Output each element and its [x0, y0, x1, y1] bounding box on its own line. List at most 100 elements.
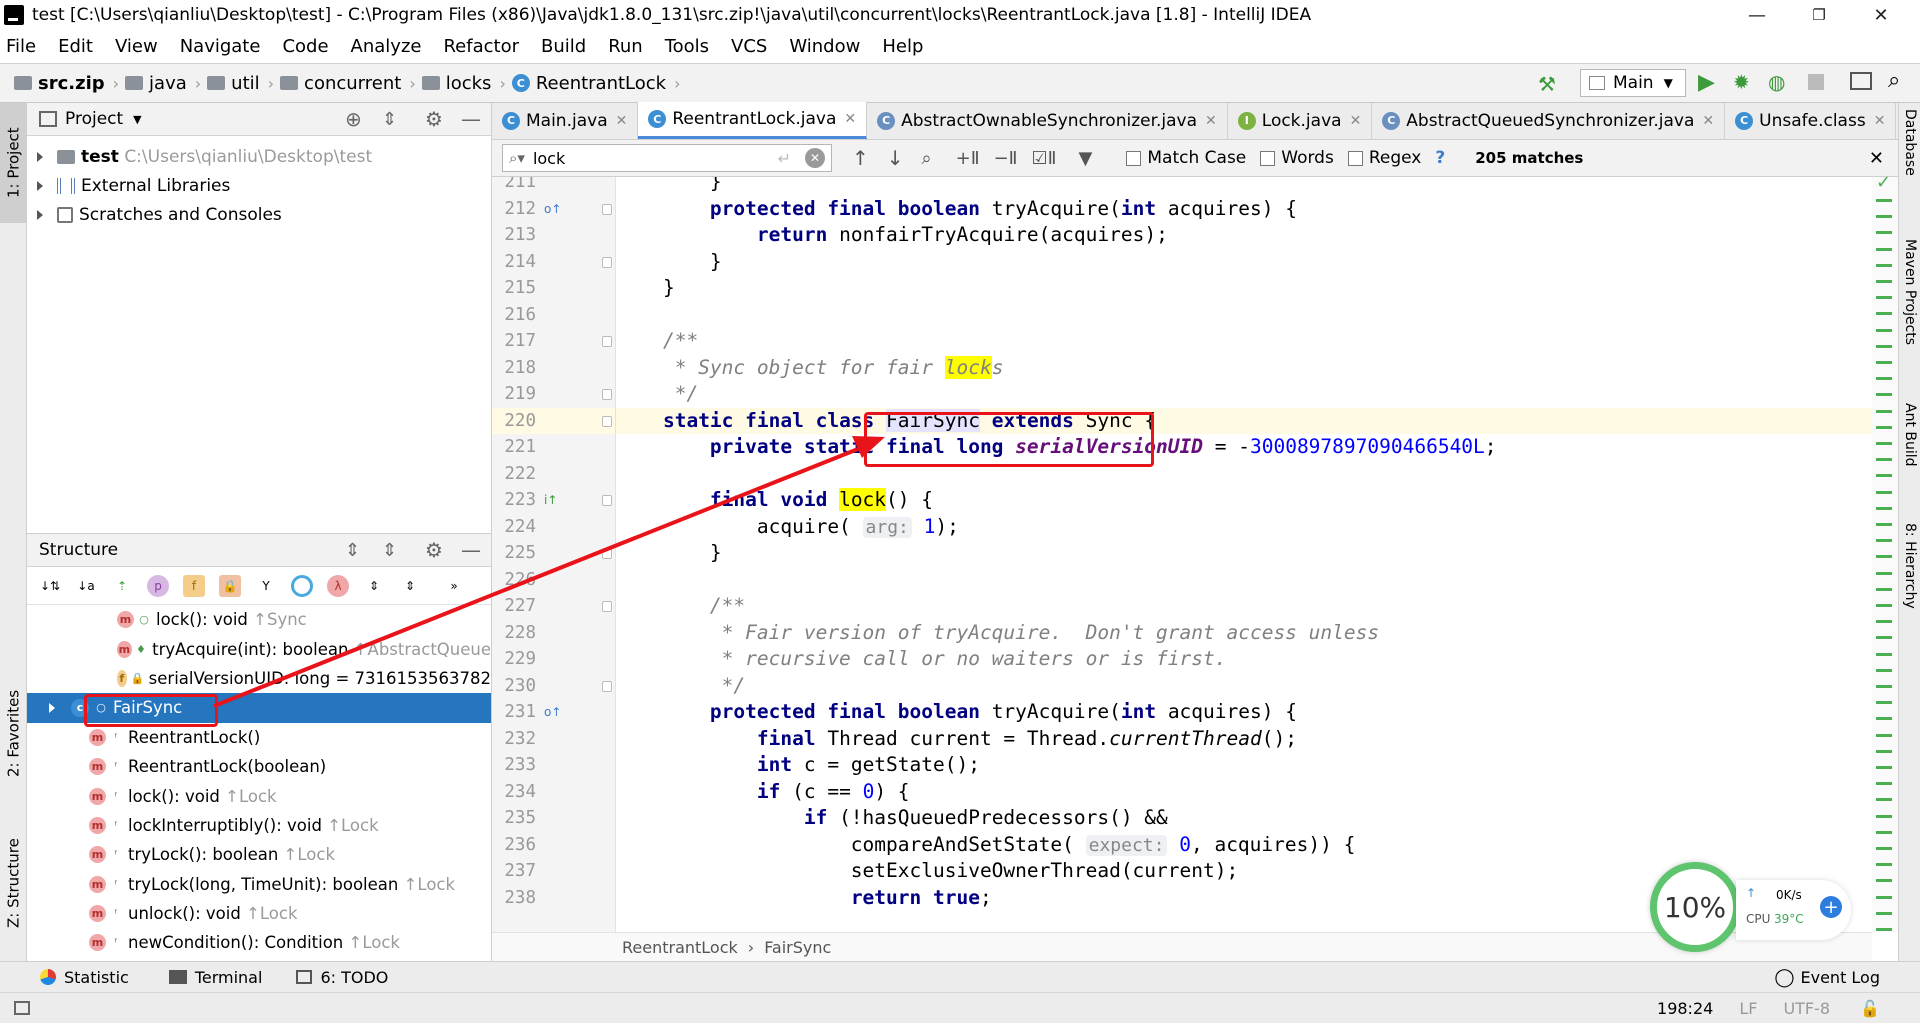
menu-analyze[interactable]: Analyze — [351, 36, 422, 57]
structure-item[interactable]: m ♦ tryAcquire(int): boolean ↑AbstractQueu… — [27, 634, 491, 663]
collapse-all-icon[interactable]: ⇕ — [382, 540, 397, 561]
tool-tab-favorites[interactable]: 2: Favorites — [0, 683, 27, 783]
crumb-locks[interactable]: locks › — [421, 73, 506, 94]
fold-marker-icon[interactable] — [602, 203, 612, 215]
find-all-icon[interactable]: ⌕ — [922, 148, 932, 169]
menu-refactor[interactable]: Refactor — [443, 36, 519, 57]
menu-build[interactable]: Build — [541, 36, 586, 57]
show-properties-icon[interactable]: p — [147, 574, 169, 597]
code-editor[interactable]: } protected final boolean tryAcquire(int… — [616, 177, 1872, 932]
overrides-method-icon[interactable]: o↑ — [544, 202, 561, 216]
close-tab-icon[interactable]: ✕ — [1205, 113, 1217, 129]
structure-item[interactable]: m ᶠ tryLock(): boolean ↑Lock — [27, 840, 491, 869]
sort-by-visibility-icon[interactable]: ↓⇅ — [39, 575, 61, 597]
structure-item[interactable]: m ᶠ lockInterruptibly(): void ↑Lock — [27, 811, 491, 840]
find-input[interactable]: lock — [533, 149, 565, 168]
close-tab-icon[interactable]: ✕ — [1350, 113, 1362, 129]
match-case-checkbox[interactable] — [1126, 150, 1142, 166]
tool-tab-maven[interactable]: Maven Projects — [1899, 239, 1920, 379]
occurrence-mark[interactable] — [1876, 604, 1892, 607]
occurrence-mark[interactable] — [1876, 474, 1892, 478]
occurrence-mark[interactable] — [1876, 830, 1892, 834]
occurrence-mark[interactable] — [1876, 879, 1892, 883]
gear-icon[interactable]: ⚙ — [425, 538, 443, 562]
collapse-all-icon[interactable]: ⇕ — [382, 109, 397, 130]
regex-checkbox[interactable] — [1347, 150, 1363, 166]
occurrence-mark[interactable] — [1876, 571, 1892, 575]
file-encoding[interactable]: UTF-8 — [1783, 999, 1830, 1018]
menu-tools[interactable]: Tools — [665, 36, 709, 57]
implements-method-icon[interactable]: i↑ — [544, 493, 557, 507]
expand-arrow-icon[interactable] — [49, 702, 55, 713]
crumb-concurrent[interactable]: concurrent › — [280, 73, 416, 94]
occurrence-mark[interactable] — [1876, 247, 1892, 251]
occurrence-mark[interactable] — [1876, 749, 1892, 753]
find-input-box[interactable]: ⌕▾ lock ↵ ✕ — [502, 144, 832, 172]
occurrence-mark[interactable] — [1876, 685, 1892, 688]
occurrence-mark[interactable] — [1876, 587, 1892, 591]
previous-occurrence-icon[interactable]: ↑ — [852, 146, 869, 170]
occurrence-mark[interactable] — [1876, 442, 1892, 445]
add-occurrence-icon[interactable]: +Ⅱ — [956, 148, 980, 169]
occurrence-mark[interactable] — [1876, 409, 1892, 413]
crumb-src-zip[interactable]: src.zip › — [14, 73, 119, 94]
collapse-icon[interactable]: ⇕ — [399, 575, 421, 597]
occurrence-mark[interactable] — [1876, 798, 1892, 802]
tool-tab-structure[interactable]: Z: Structure — [0, 823, 27, 943]
error-stripe[interactable]: ✓ — [1872, 172, 1898, 932]
toggle-tool-windows-icon[interactable] — [14, 1001, 30, 1015]
occurrence-mark[interactable] — [1876, 296, 1892, 300]
occurrence-mark[interactable] — [1876, 863, 1892, 867]
run-icon[interactable]: ▶ — [1698, 70, 1715, 95]
project-panel-title[interactable]: Project — [65, 109, 123, 129]
crumb-util[interactable]: util › — [207, 73, 274, 94]
fold-marker-icon[interactable] — [602, 601, 612, 612]
menu-window[interactable]: Window — [789, 36, 860, 57]
sort-alphabetically-icon[interactable]: ↓a — [75, 575, 97, 597]
occurrence-mark[interactable] — [1876, 506, 1892, 510]
minimize-button[interactable]: — — [1728, 0, 1786, 30]
fold-marker-icon[interactable] — [602, 495, 612, 506]
menu-edit[interactable]: Edit — [58, 36, 93, 57]
tool-tab-ant-build[interactable]: Ant Build — [1899, 403, 1920, 503]
fold-marker-icon[interactable] — [602, 680, 612, 692]
structure-item[interactable]: m ᶠ tryLock(long, TimeUnit): boolean ↑Lock — [27, 870, 491, 899]
event-log-tab[interactable]: Event Log — [1801, 968, 1881, 987]
show-fields-icon[interactable]: f — [183, 574, 205, 597]
tab-main-java[interactable]: C Main.java ✕ — [492, 102, 639, 139]
occurrence-mark[interactable] — [1876, 620, 1892, 624]
occurrence-mark[interactable] — [1876, 895, 1892, 899]
search-icon[interactable]: ⌕▾ — [509, 149, 525, 167]
occurrence-mark[interactable] — [1876, 361, 1892, 364]
coverage-icon[interactable]: ◍ — [1768, 70, 1785, 94]
expand-icon[interactable]: ⇕ — [363, 575, 385, 597]
occurrence-mark[interactable] — [1876, 312, 1892, 316]
close-window-button[interactable]: ✕ — [1852, 0, 1910, 30]
tab-unsafe-class[interactable]: C Unsafe.class ✕ — [1725, 102, 1897, 139]
menu-code[interactable]: Code — [282, 36, 328, 57]
breadcrumb-inner-class[interactable]: FairSync — [764, 938, 831, 957]
expand-arrow-icon[interactable] — [37, 151, 43, 162]
occurrence-mark[interactable] — [1876, 701, 1892, 705]
tool-tab-hierarchy[interactable]: 8: Hierarchy — [1899, 523, 1920, 643]
line-separator[interactable]: LF — [1739, 999, 1757, 1018]
occurrence-mark[interactable] — [1876, 523, 1892, 526]
occurrence-mark[interactable] — [1876, 393, 1892, 397]
show-non-public-icon[interactable]: 🔒 — [219, 574, 241, 597]
occurrence-mark[interactable] — [1876, 928, 1892, 931]
occurrence-mark[interactable] — [1876, 911, 1892, 915]
remove-occurrence-icon[interactable]: −Ⅱ — [994, 148, 1018, 169]
hide-panel-icon[interactable]: — — [461, 538, 481, 562]
structure-item[interactable]: m ○ lock(): void ↑Sync — [27, 605, 491, 634]
project-tree-item[interactable]: External Libraries — [27, 171, 491, 200]
statistic-tab[interactable]: Statistic — [64, 968, 129, 987]
project-structure-icon[interactable] — [1850, 72, 1872, 90]
occurrence-mark[interactable] — [1876, 539, 1892, 543]
clear-search-icon[interactable]: ✕ — [805, 148, 825, 168]
fold-marker-icon[interactable] — [602, 336, 612, 347]
occurrence-mark[interactable] — [1876, 814, 1892, 818]
structure-item[interactable]: m ᶠ unlock(): void ↑Lock — [27, 899, 491, 928]
occurrence-mark[interactable] — [1876, 328, 1892, 332]
fold-marker-icon[interactable] — [602, 389, 612, 400]
close-tab-icon[interactable]: ✕ — [1874, 113, 1886, 129]
